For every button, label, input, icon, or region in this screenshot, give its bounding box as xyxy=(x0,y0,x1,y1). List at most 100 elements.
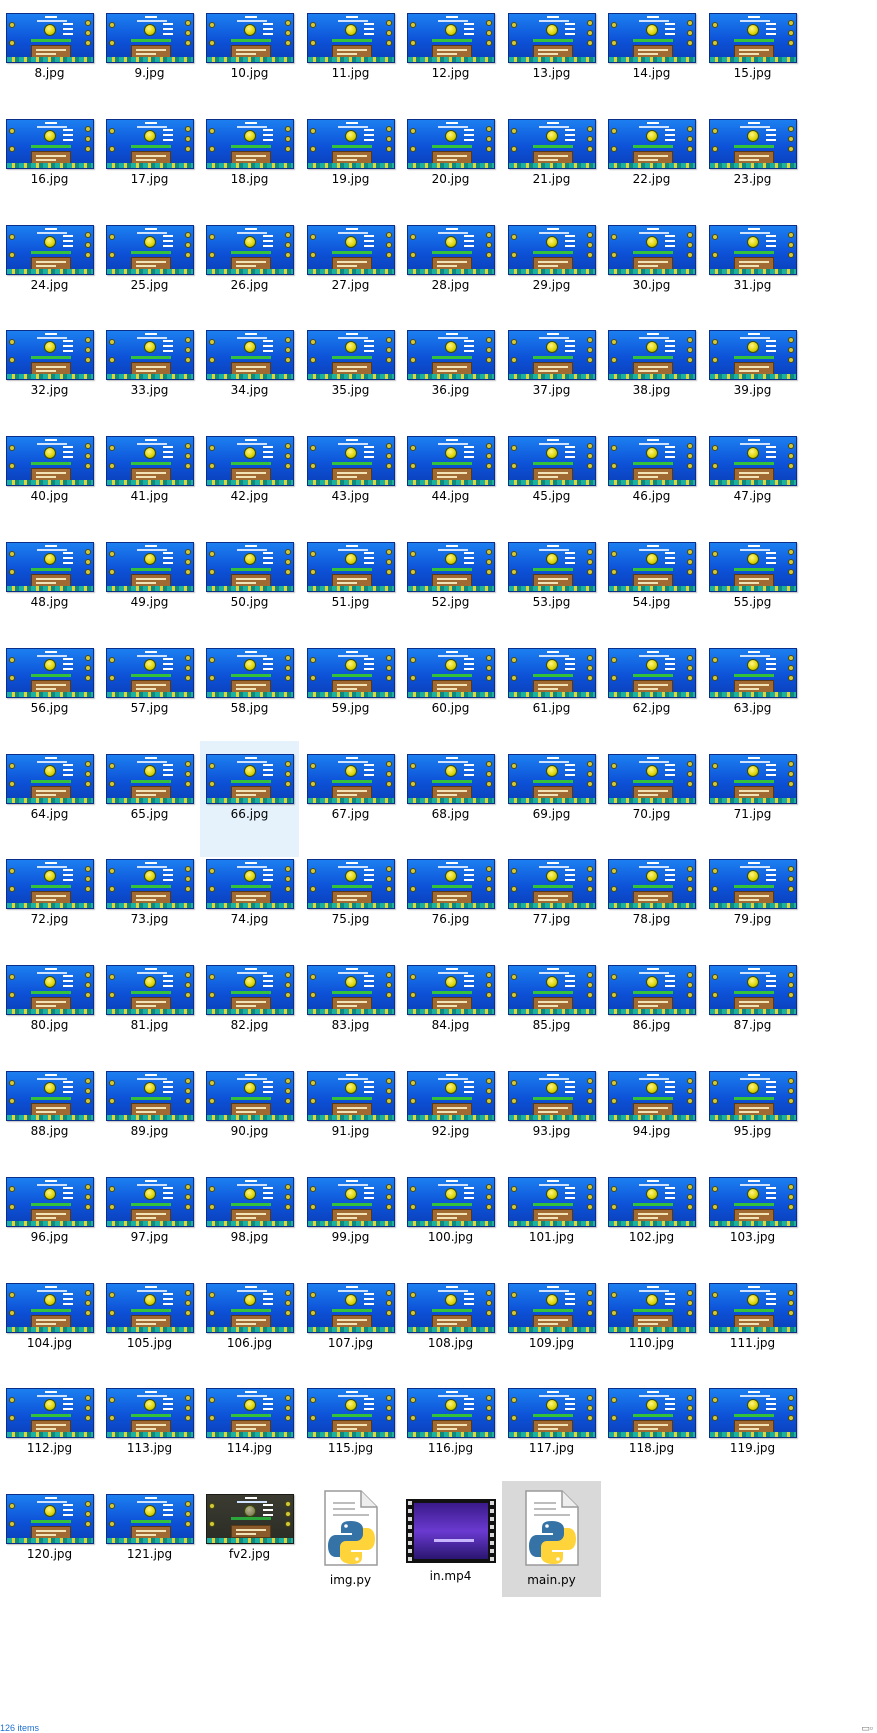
file-item[interactable]: 55.jpg xyxy=(703,529,802,645)
file-item[interactable]: 99.jpg xyxy=(301,1164,400,1280)
file-item[interactable]: 106.jpg xyxy=(200,1270,299,1386)
file-item[interactable]: 17.jpg xyxy=(100,106,199,222)
file-item[interactable]: 40.jpg xyxy=(0,423,99,539)
file-item[interactable]: 54.jpg xyxy=(602,529,701,645)
file-item[interactable]: 100.jpg xyxy=(401,1164,500,1280)
file-item[interactable]: 63.jpg xyxy=(703,635,802,751)
file-item[interactable]: 113.jpg xyxy=(100,1375,199,1491)
file-item[interactable]: 15.jpg xyxy=(703,0,802,116)
file-item[interactable]: 120.jpg xyxy=(0,1481,99,1597)
file-item[interactable]: 25.jpg xyxy=(100,212,199,328)
file-item[interactable]: 36.jpg xyxy=(401,317,500,433)
file-item[interactable]: 95.jpg xyxy=(703,1058,802,1174)
file-item[interactable]: 97.jpg xyxy=(100,1164,199,1280)
file-item[interactable]: 67.jpg xyxy=(301,741,400,857)
file-item[interactable]: 98.jpg xyxy=(200,1164,299,1280)
file-item[interactable]: in.mp4 xyxy=(401,1481,500,1597)
file-item[interactable]: 34.jpg xyxy=(200,317,299,433)
file-item[interactable]: 44.jpg xyxy=(401,423,500,539)
file-item[interactable]: 82.jpg xyxy=(200,952,299,1068)
file-item[interactable]: 26.jpg xyxy=(200,212,299,328)
file-item[interactable]: 58.jpg xyxy=(200,635,299,751)
file-item[interactable]: 88.jpg xyxy=(0,1058,99,1174)
file-item[interactable]: 13.jpg xyxy=(502,0,601,116)
file-item[interactable]: 60.jpg xyxy=(401,635,500,751)
file-item[interactable]: 119.jpg xyxy=(703,1375,802,1491)
file-item[interactable]: 110.jpg xyxy=(602,1270,701,1386)
file-item[interactable]: 37.jpg xyxy=(502,317,601,433)
file-item[interactable]: 29.jpg xyxy=(502,212,601,328)
file-item[interactable]: 118.jpg xyxy=(602,1375,701,1491)
file-item[interactable]: 35.jpg xyxy=(301,317,400,433)
file-item[interactable]: 46.jpg xyxy=(602,423,701,539)
file-item[interactable]: 18.jpg xyxy=(200,106,299,222)
file-item[interactable]: 76.jpg xyxy=(401,846,500,962)
file-item[interactable]: 73.jpg xyxy=(100,846,199,962)
file-item[interactable]: 77.jpg xyxy=(502,846,601,962)
file-item[interactable]: main.py xyxy=(502,1481,601,1598)
file-item[interactable]: 21.jpg xyxy=(502,106,601,222)
file-item[interactable]: 79.jpg xyxy=(703,846,802,962)
file-item[interactable]: 8.jpg xyxy=(0,0,99,116)
file-item[interactable]: 91.jpg xyxy=(301,1058,400,1174)
file-item[interactable]: 71.jpg xyxy=(703,741,802,857)
file-item[interactable]: 48.jpg xyxy=(0,529,99,645)
file-item[interactable]: 112.jpg xyxy=(0,1375,99,1491)
file-item[interactable]: 105.jpg xyxy=(100,1270,199,1386)
file-item[interactable]: 75.jpg xyxy=(301,846,400,962)
file-item[interactable]: 109.jpg xyxy=(502,1270,601,1386)
file-item[interactable]: 102.jpg xyxy=(602,1164,701,1280)
file-item[interactable]: 64.jpg xyxy=(0,741,99,857)
file-item[interactable]: 69.jpg xyxy=(502,741,601,857)
file-item[interactable]: 85.jpg xyxy=(502,952,601,1068)
file-item[interactable]: 115.jpg xyxy=(301,1375,400,1491)
details-view-icon[interactable]: ▭▫ xyxy=(861,1723,873,1733)
file-item[interactable]: 24.jpg xyxy=(0,212,99,328)
file-item[interactable]: 53.jpg xyxy=(502,529,601,645)
file-item[interactable]: 30.jpg xyxy=(602,212,701,328)
file-item[interactable]: 101.jpg xyxy=(502,1164,601,1280)
file-item[interactable]: 47.jpg xyxy=(703,423,802,539)
file-item[interactable]: 57.jpg xyxy=(100,635,199,751)
file-item[interactable]: 68.jpg xyxy=(401,741,500,857)
file-item[interactable]: 50.jpg xyxy=(200,529,299,645)
file-item[interactable]: 84.jpg xyxy=(401,952,500,1068)
file-item[interactable]: 96.jpg xyxy=(0,1164,99,1280)
file-item[interactable]: 56.jpg xyxy=(0,635,99,751)
file-item[interactable]: 12.jpg xyxy=(401,0,500,116)
file-item[interactable]: 87.jpg xyxy=(703,952,802,1068)
file-item[interactable]: 83.jpg xyxy=(301,952,400,1068)
file-item[interactable]: 65.jpg xyxy=(100,741,199,857)
file-item[interactable]: 116.jpg xyxy=(401,1375,500,1491)
file-item[interactable]: 70.jpg xyxy=(602,741,701,857)
file-item[interactable]: 59.jpg xyxy=(301,635,400,751)
file-item[interactable]: 39.jpg xyxy=(703,317,802,433)
file-item[interactable]: 43.jpg xyxy=(301,423,400,539)
file-item[interactable]: 20.jpg xyxy=(401,106,500,222)
file-item[interactable]: 74.jpg xyxy=(200,846,299,962)
file-item[interactable]: 38.jpg xyxy=(602,317,701,433)
file-item[interactable]: 23.jpg xyxy=(703,106,802,222)
file-item[interactable]: 61.jpg xyxy=(502,635,601,751)
file-item[interactable]: 80.jpg xyxy=(0,952,99,1068)
file-item[interactable]: 45.jpg xyxy=(502,423,601,539)
file-item[interactable]: 51.jpg xyxy=(301,529,400,645)
file-item[interactable]: 41.jpg xyxy=(100,423,199,539)
file-item[interactable]: 81.jpg xyxy=(100,952,199,1068)
file-item[interactable]: 62.jpg xyxy=(602,635,701,751)
file-item[interactable]: 117.jpg xyxy=(502,1375,601,1491)
file-item[interactable]: 107.jpg xyxy=(301,1270,400,1386)
file-item[interactable]: 72.jpg xyxy=(0,846,99,962)
file-item[interactable]: 93.jpg xyxy=(502,1058,601,1174)
file-item[interactable]: 19.jpg xyxy=(301,106,400,222)
file-item[interactable]: 27.jpg xyxy=(301,212,400,328)
file-item[interactable]: 14.jpg xyxy=(602,0,701,116)
file-item[interactable]: 31.jpg xyxy=(703,212,802,328)
file-item[interactable]: 86.jpg xyxy=(602,952,701,1068)
file-item[interactable]: 89.jpg xyxy=(100,1058,199,1174)
file-item[interactable]: 32.jpg xyxy=(0,317,99,433)
file-item[interactable]: 66.jpg xyxy=(200,740,299,857)
file-item[interactable]: 114.jpg xyxy=(200,1375,299,1491)
file-item[interactable]: 78.jpg xyxy=(602,846,701,962)
file-item[interactable]: 94.jpg xyxy=(602,1058,701,1174)
